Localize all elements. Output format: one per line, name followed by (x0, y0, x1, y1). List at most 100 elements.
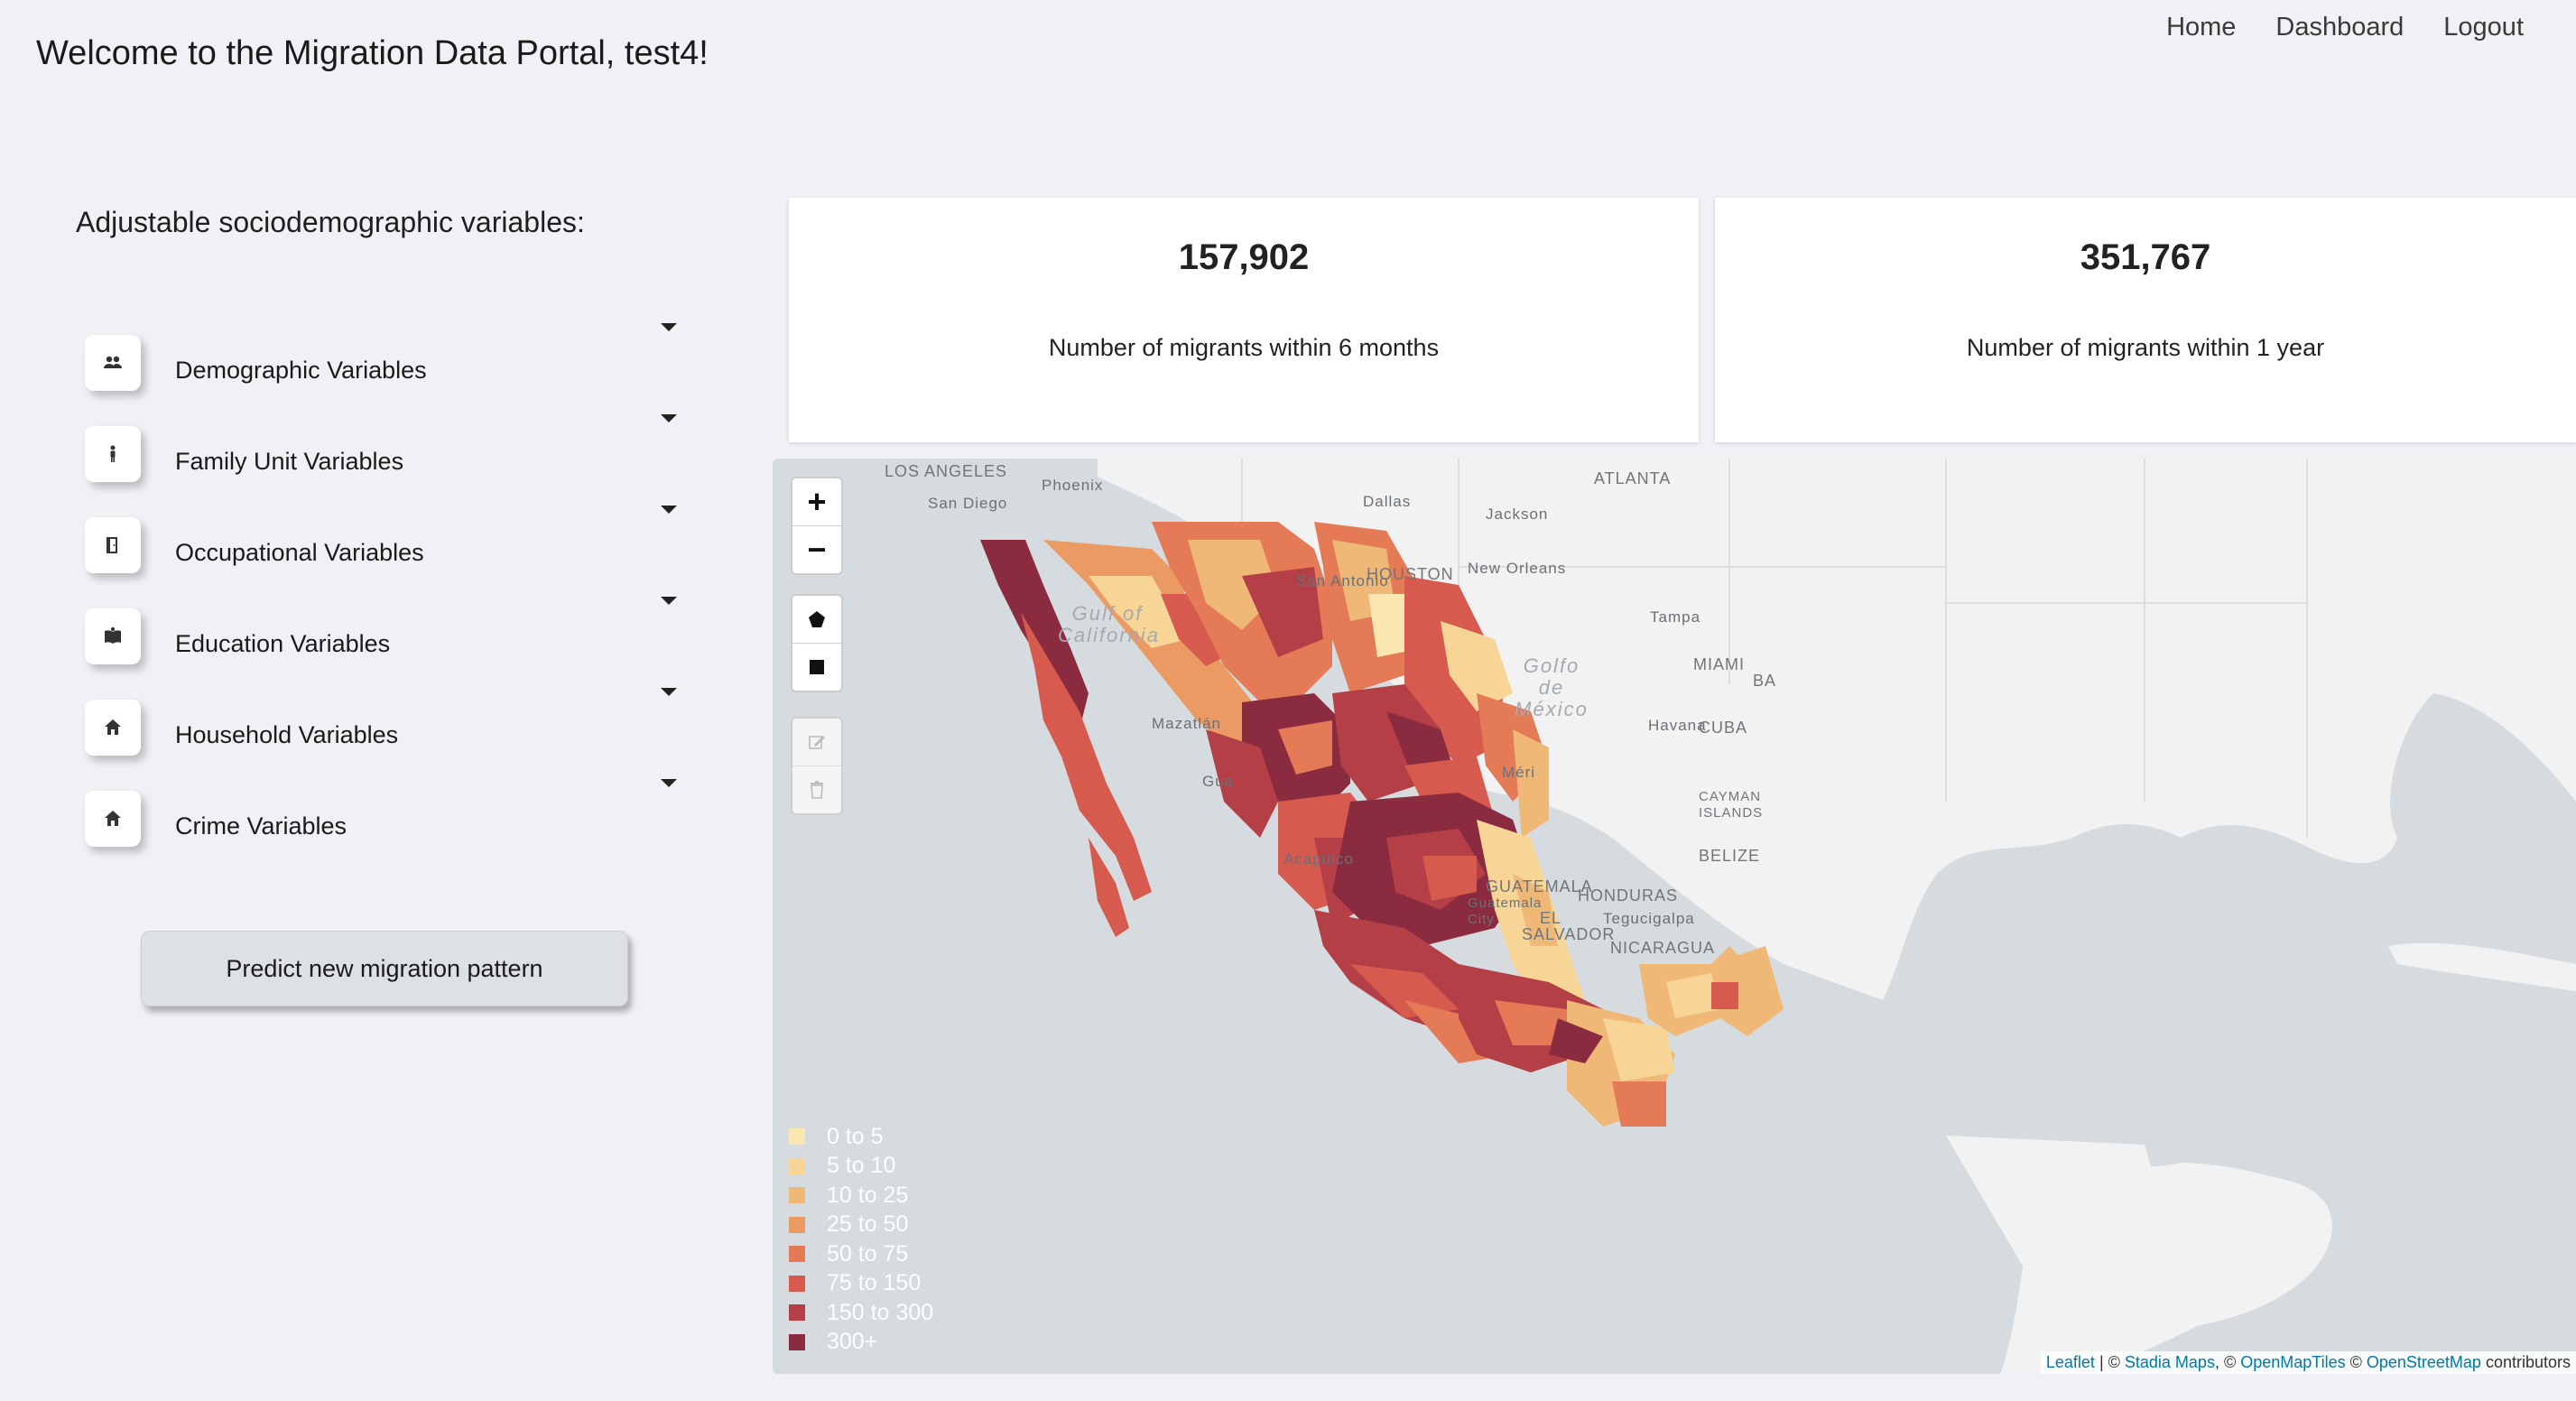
variable-list: Demographic Variables Family Unit Variab… (85, 314, 681, 861)
demographic-variables-dropdown[interactable]: Demographic Variables (85, 314, 681, 405)
zoom-control: + − (791, 477, 843, 575)
map-label-jackson: Jackson (1486, 506, 1549, 523)
stat-value: 157,902 (1178, 237, 1310, 277)
map-label-tegucigalpa: Tegucigalpa (1603, 910, 1695, 927)
delete-layers-button[interactable] (792, 765, 841, 813)
map-label-belize: BELIZE (1699, 847, 1761, 865)
trash-icon (811, 781, 823, 799)
edit-icon (809, 736, 825, 749)
map-label-new-orleans: New Orleans (1468, 560, 1567, 577)
map-label-tampa: Tampa (1650, 608, 1701, 626)
occupational-variables-dropdown[interactable]: Occupational Variables (85, 496, 681, 588)
zoom-in-button[interactable]: + (792, 478, 841, 525)
legend-label: 150 to 300 (827, 1299, 934, 1325)
nav-home-link[interactable]: Home (2166, 13, 2236, 42)
map-label-honduras: HONDURAS (1578, 886, 1679, 905)
zoom-out-button[interactable]: − (792, 525, 841, 573)
attribution-separator: , © (2214, 1353, 2241, 1371)
chevron-down-icon (661, 779, 677, 787)
home-icon (85, 790, 141, 847)
chevron-down-icon (661, 323, 677, 331)
map-label-san-diego: San Diego (928, 495, 1008, 512)
map-label-guatemala: GUATEMALA (1486, 877, 1593, 895)
map-label-cayman-islands: CAYMAN ISLANDS (1699, 789, 1764, 821)
stat-card-6-months: 157,902 Number of migrants within 6 mont… (789, 198, 1699, 442)
map-label-gulf-of-california: Gulf of California (1058, 602, 1160, 646)
book-icon (85, 608, 141, 664)
nav-logout-link[interactable]: Logout (2443, 13, 2524, 42)
map-label-acapulco: Acapulco (1283, 850, 1354, 868)
draw-toolbar (791, 594, 843, 692)
openmaptiles-link[interactable]: OpenMapTiles (2240, 1353, 2345, 1371)
family-unit-variables-label: Family Unit Variables (175, 448, 404, 475)
map-label-merida: Méri (1502, 764, 1536, 781)
map-label-dallas: Dallas (1363, 493, 1412, 510)
stadia-maps-link[interactable]: Stadia Maps (2125, 1353, 2215, 1371)
map-label-miami: MIAMI (1693, 655, 1745, 673)
choropleth-map[interactable]: LOS ANGELES San Diego Phoenix Dallas Jac… (773, 459, 2576, 1374)
legend-swatch (789, 1246, 805, 1263)
legend-swatch (789, 1275, 805, 1292)
chevron-down-icon (661, 688, 677, 696)
legend-swatch (789, 1304, 805, 1322)
legend-label: 50 to 75 (827, 1240, 909, 1266)
chevron-down-icon (661, 506, 677, 514)
map-label-el-salvador: EL SALVADOR (1522, 909, 1616, 943)
attribution-separator: | © (2094, 1353, 2125, 1371)
legend-label: 5 to 10 (827, 1153, 896, 1179)
map-label-golfo-de-mexico: Golfo de México (1515, 654, 1589, 720)
occupational-variables-label: Occupational Variables (175, 539, 424, 566)
crime-variables-dropdown[interactable]: Crime Variables (85, 770, 681, 861)
map-label-bahamas-edge: BA (1753, 672, 1777, 690)
attribution-separator: © (2345, 1353, 2367, 1371)
map-label-phoenix: Phoenix (1042, 477, 1104, 494)
legend-label: 10 to 25 (827, 1182, 909, 1208)
legend-label: 0 to 5 (827, 1123, 884, 1149)
legend-row: 25 to 50 (789, 1211, 933, 1240)
predict-migration-button[interactable]: Predict new migration pattern (141, 931, 628, 1007)
household-variables-dropdown[interactable]: Household Variables (85, 679, 681, 770)
legend-row: 10 to 25 (789, 1181, 933, 1211)
map-label-los-angeles: LOS ANGELES (885, 462, 1008, 480)
draw-polygon-button[interactable] (792, 596, 841, 643)
legend-row: 0 to 5 (789, 1122, 933, 1152)
leaflet-link[interactable]: Leaflet (2046, 1353, 2095, 1371)
draw-rectangle-button[interactable] (792, 643, 841, 691)
chevron-down-icon (661, 414, 677, 422)
home-icon (85, 699, 141, 756)
edit-toolbar (791, 717, 843, 815)
legend-row: 50 to 75 (789, 1239, 933, 1269)
map-label-havana: Havana (1648, 717, 1707, 734)
legend-swatch (789, 1216, 805, 1233)
map-legend: 0 to 5 5 to 10 10 to 25 25 to 50 50 to 7… (789, 1122, 933, 1357)
legend-row: 150 to 300 (789, 1298, 933, 1328)
rectangle-icon (810, 660, 824, 674)
door-icon (85, 516, 141, 573)
edit-layers-button[interactable] (792, 719, 841, 765)
stat-label: Number of migrants within 6 months (1048, 334, 1440, 361)
chevron-down-icon (661, 597, 677, 605)
legend-swatch (789, 1187, 805, 1204)
education-variables-dropdown[interactable]: Education Variables (85, 588, 681, 679)
map-attribution: Leaflet | © Stadia Maps, © OpenMapTiles … (2040, 1351, 2576, 1374)
stat-label: Number of migrants within 1 year (1966, 334, 2325, 361)
legend-label: 25 to 50 (827, 1211, 909, 1238)
legend-label: 300+ (827, 1329, 878, 1355)
welcome-heading: Welcome to the Migration Data Portal, te… (36, 34, 709, 72)
map-label-nicaragua: NICARAGUA (1610, 939, 1716, 957)
variables-panel-title: Adjustable sociodemographic variables: (76, 206, 585, 238)
family-unit-variables-dropdown[interactable]: Family Unit Variables (85, 405, 681, 496)
map-label-guatemala-city: Guatemala City (1468, 895, 1543, 927)
map-label-cuba: CUBA (1699, 719, 1748, 737)
map-label-gua: Gua (1202, 773, 1235, 790)
household-variables-label: Household Variables (175, 721, 399, 748)
stat-card-1-year: 351,767 Number of migrants within 1 year (1715, 198, 2576, 442)
stat-value: 351,767 (2080, 237, 2211, 277)
nav-dashboard-link[interactable]: Dashboard (2275, 13, 2404, 42)
map-label-houston: HOUSTON (1367, 565, 1454, 583)
legend-row: 75 to 150 (789, 1269, 933, 1299)
legend-swatch (789, 1128, 805, 1146)
legend-row: 5 to 10 (789, 1152, 933, 1182)
top-nav: Home Dashboard Logout (2166, 13, 2524, 42)
openstreetmap-link[interactable]: OpenStreetMap (2367, 1353, 2481, 1371)
